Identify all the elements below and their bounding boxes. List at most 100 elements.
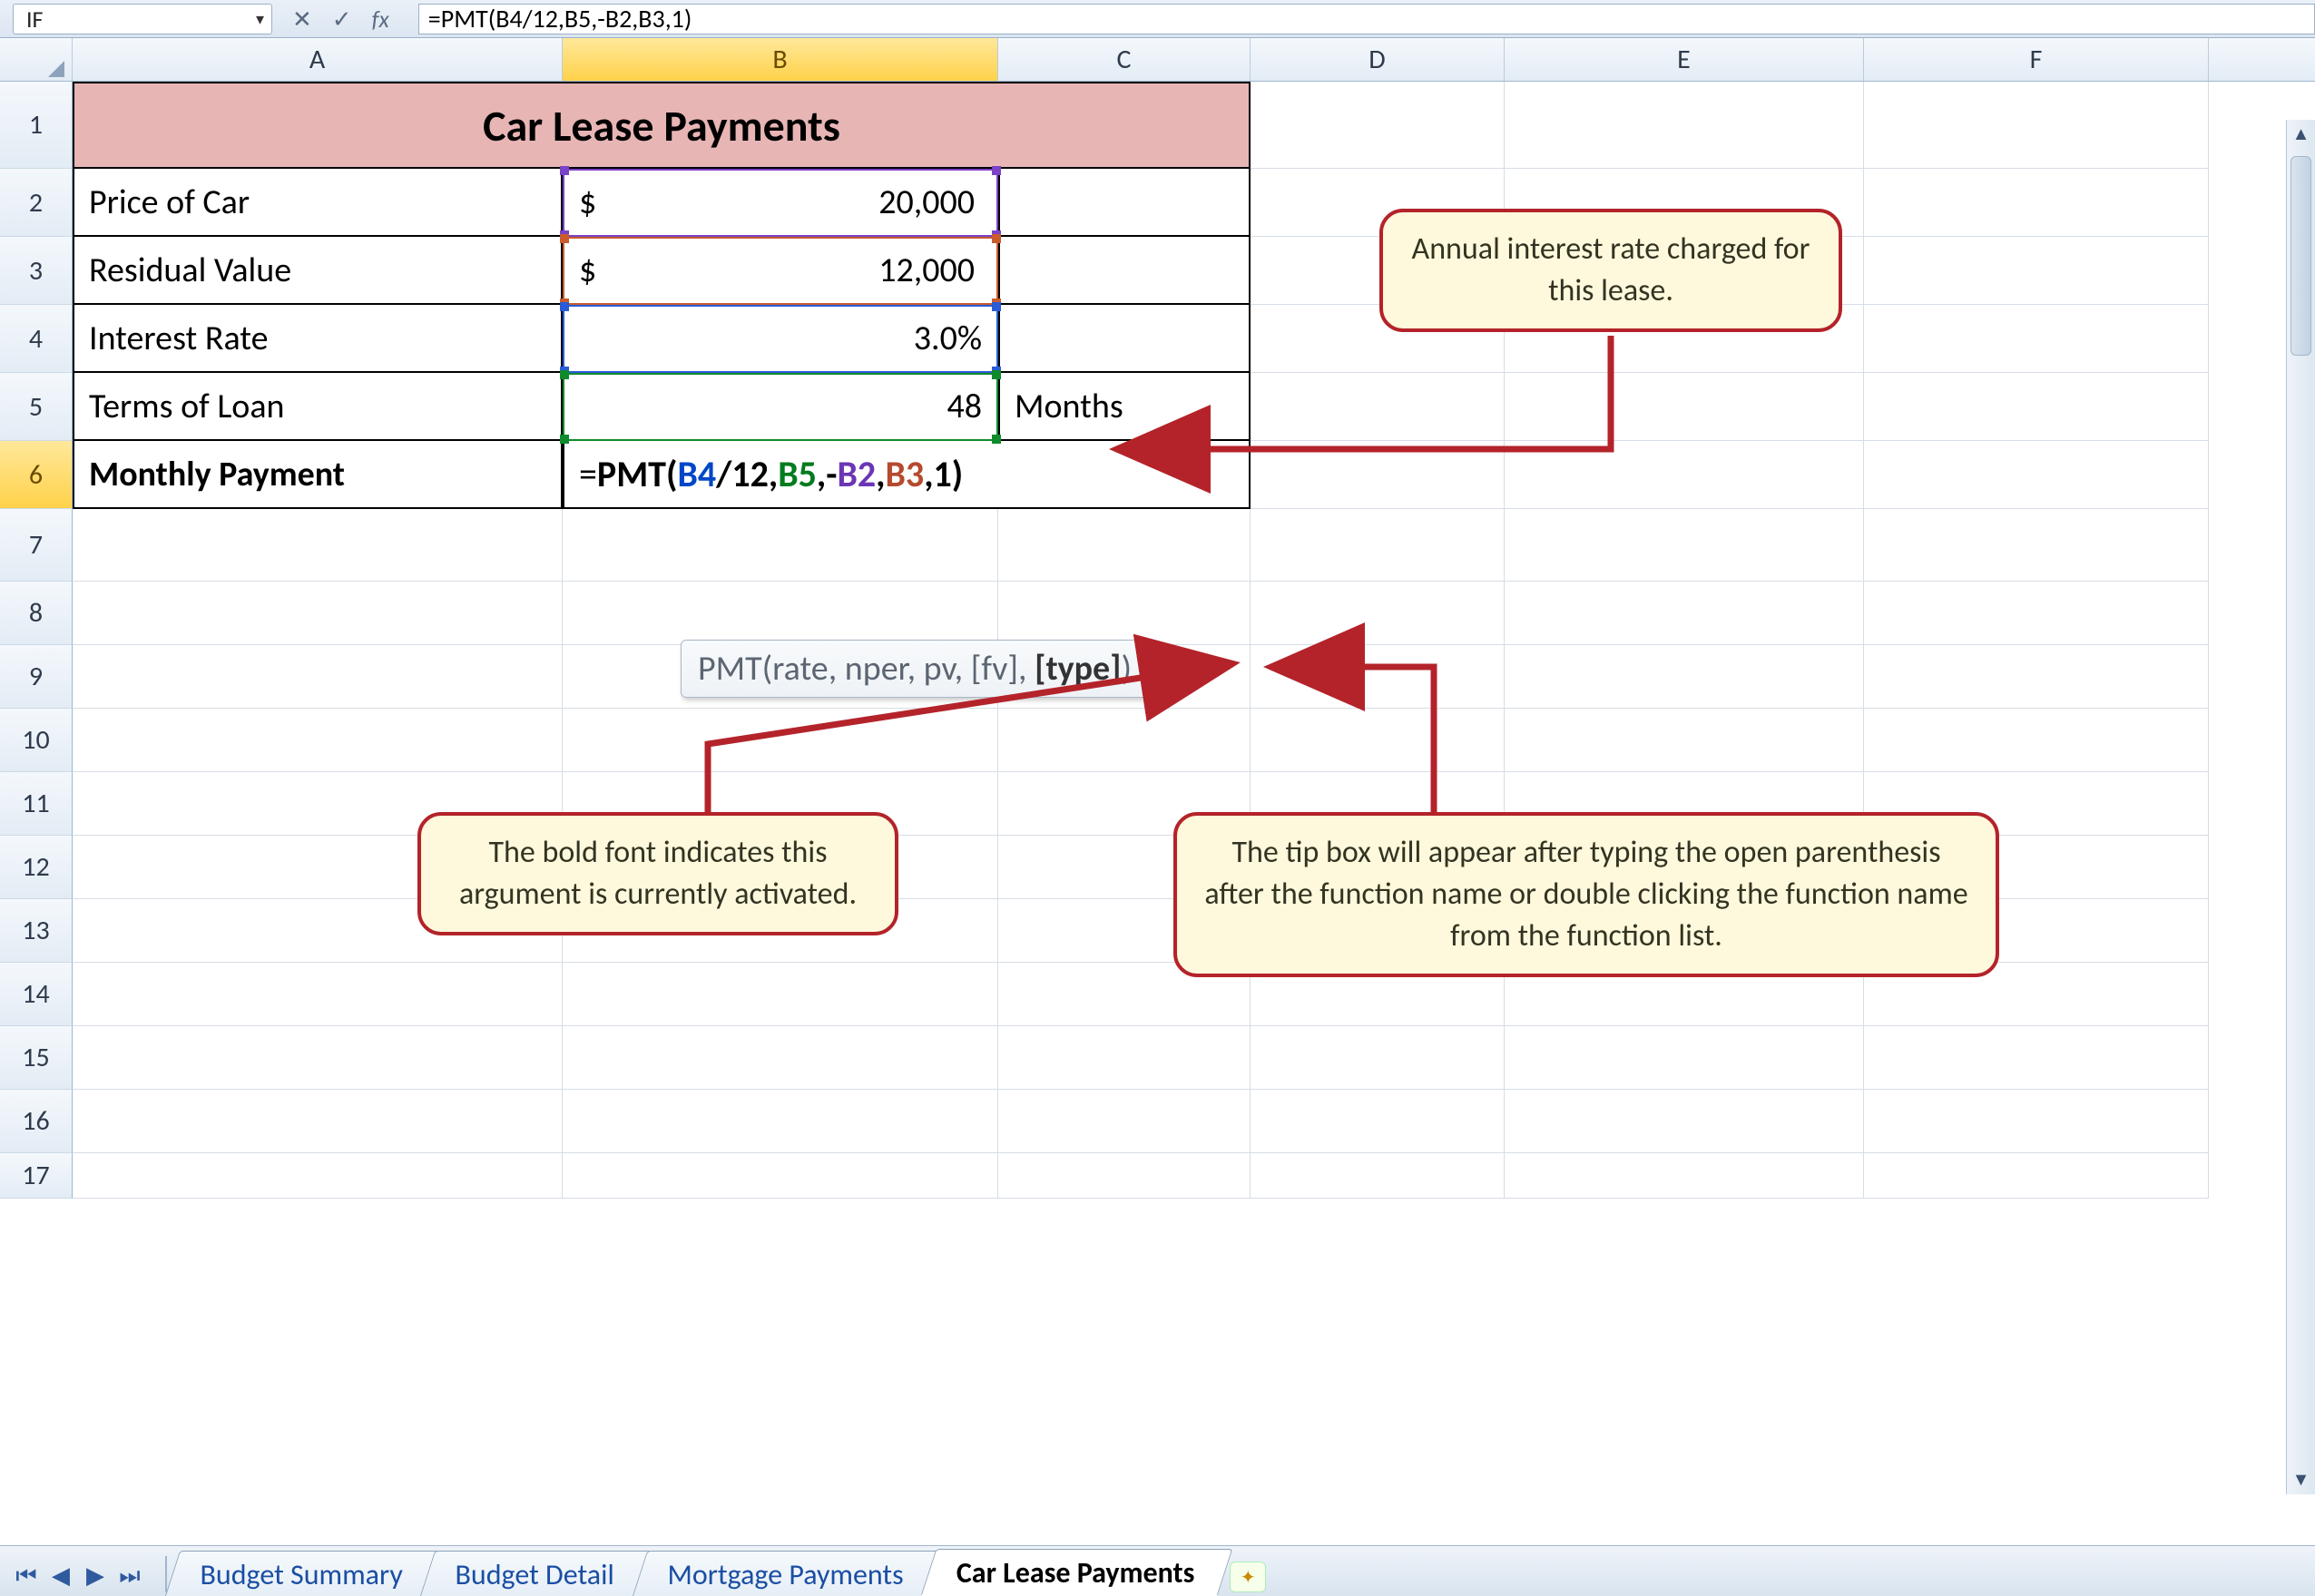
cell-A16[interactable]	[73, 1090, 563, 1153]
cell-F1[interactable]	[1864, 82, 2209, 169]
cell-A17[interactable]	[73, 1153, 563, 1199]
cell-B6-active[interactable]: =PMT(B4/12,B5,-B2,B3,1)	[563, 441, 1251, 509]
row-header-2[interactable]: 2	[0, 169, 73, 237]
cell-B8[interactable]	[563, 582, 998, 645]
new-sheet-button[interactable]	[1230, 1562, 1266, 1592]
cell-D9[interactable]	[1251, 645, 1505, 709]
cell-C4[interactable]	[998, 305, 1251, 373]
column-header-A[interactable]: A	[73, 38, 563, 81]
cell-A2[interactable]: Price of Car	[73, 169, 563, 237]
cell-B4[interactable]: 3.0%	[563, 305, 998, 373]
cell-A6[interactable]: Monthly Payment	[73, 441, 563, 509]
sheet-nav-last-icon[interactable]: ⏭	[114, 1560, 145, 1591]
column-header-B[interactable]: B	[563, 38, 998, 81]
row-header-13[interactable]: 13	[0, 899, 73, 963]
row-header-3[interactable]: 3	[0, 237, 73, 305]
cancel-formula-icon[interactable]: ✕	[287, 3, 318, 35]
row-header-16[interactable]: 16	[0, 1090, 73, 1153]
row-header-6[interactable]: 6	[0, 441, 73, 509]
cell-D16[interactable]	[1251, 1090, 1505, 1153]
cell-B17[interactable]	[563, 1153, 998, 1199]
cell-A10[interactable]	[73, 709, 563, 772]
cell-A3[interactable]: Residual Value	[73, 237, 563, 305]
scroll-down-icon[interactable]: ▼	[2287, 1465, 2315, 1494]
row-header-11[interactable]: 11	[0, 772, 73, 836]
cell-C7[interactable]	[998, 509, 1251, 582]
cell-B10[interactable]	[563, 709, 998, 772]
column-header-E[interactable]: E	[1505, 38, 1864, 81]
cell-F16[interactable]	[1864, 1090, 2209, 1153]
cell-E17[interactable]	[1505, 1153, 1864, 1199]
sheet-nav-next-icon[interactable]: ▶	[80, 1560, 111, 1591]
cell-F10[interactable]	[1864, 709, 2209, 772]
row-header-14[interactable]: 14	[0, 963, 73, 1026]
cell-F6[interactable]	[1864, 441, 2209, 509]
column-header-D[interactable]: D	[1251, 38, 1505, 81]
cell-E16[interactable]	[1505, 1090, 1864, 1153]
cell-A8[interactable]	[73, 582, 563, 645]
cell-A7[interactable]	[73, 509, 563, 582]
column-header-F[interactable]: F	[1864, 38, 2209, 81]
row-header-10[interactable]: 10	[0, 709, 73, 772]
cell-A14[interactable]	[73, 963, 563, 1026]
column-header-C[interactable]: C	[998, 38, 1251, 81]
cell-F8[interactable]	[1864, 582, 2209, 645]
accept-formula-icon[interactable]: ✓	[327, 3, 358, 35]
cell-E6[interactable]	[1505, 441, 1864, 509]
cell-B5[interactable]: 48	[563, 373, 998, 441]
row-header-15[interactable]: 15	[0, 1026, 73, 1090]
cell-B7[interactable]	[563, 509, 998, 582]
sheet-tab-car-lease-payments[interactable]: Car Lease Payments	[920, 1549, 1231, 1596]
sheet-nav-first-icon[interactable]: ⏮	[11, 1560, 42, 1591]
cell-B15[interactable]	[563, 1026, 998, 1090]
scroll-thumb[interactable]	[2290, 156, 2311, 356]
cell-B3[interactable]: $12,000	[563, 237, 998, 305]
row-header-1[interactable]: 1	[0, 82, 73, 169]
cell-E1[interactable]	[1505, 82, 1864, 169]
sheet-nav-prev-icon[interactable]: ◀	[45, 1560, 76, 1591]
cell-C3[interactable]	[998, 237, 1251, 305]
cell-A5[interactable]: Terms of Loan	[73, 373, 563, 441]
cell-E5[interactable]	[1505, 373, 1864, 441]
cell-C10[interactable]	[998, 709, 1251, 772]
cell-F17[interactable]	[1864, 1153, 2209, 1199]
scroll-up-icon[interactable]: ▲	[2287, 120, 2315, 149]
formula-input[interactable]: =PMT(B4/12,B5,-B2,B3,1)	[418, 4, 2315, 34]
cell-D7[interactable]	[1251, 509, 1505, 582]
row-header-9[interactable]: 9	[0, 645, 73, 709]
cell-E15[interactable]	[1505, 1026, 1864, 1090]
vertical-scrollbar[interactable]: ▲ ▼	[2286, 120, 2315, 1494]
cell-D15[interactable]	[1251, 1026, 1505, 1090]
cell-B16[interactable]	[563, 1090, 998, 1153]
cell-C15[interactable]	[998, 1026, 1251, 1090]
cell-C17[interactable]	[998, 1153, 1251, 1199]
cell-F2[interactable]	[1864, 169, 2209, 237]
cell-F3[interactable]	[1864, 237, 2209, 305]
cell-C2[interactable]	[998, 169, 1251, 237]
row-header-4[interactable]: 4	[0, 305, 73, 373]
row-header-5[interactable]: 5	[0, 373, 73, 441]
cell-D8[interactable]	[1251, 582, 1505, 645]
select-all-corner[interactable]	[0, 38, 73, 81]
cell-D10[interactable]	[1251, 709, 1505, 772]
cell-F5[interactable]	[1864, 373, 2209, 441]
cell-C8[interactable]	[998, 582, 1251, 645]
sheet-tab-budget-summary[interactable]: Budget Summary	[165, 1551, 441, 1596]
sheet-tab-budget-detail[interactable]: Budget Detail	[420, 1551, 652, 1596]
cell-B2[interactable]: $20,000	[563, 169, 998, 237]
cell-D17[interactable]	[1251, 1153, 1505, 1199]
insert-function-icon[interactable]: fx	[367, 3, 395, 35]
cell-E7[interactable]	[1505, 509, 1864, 582]
row-header-8[interactable]: 8	[0, 582, 73, 645]
name-box[interactable]: IF ▾	[13, 4, 272, 34]
cell-C16[interactable]	[998, 1090, 1251, 1153]
cell-E10[interactable]	[1505, 709, 1864, 772]
cell-D1[interactable]	[1251, 82, 1505, 169]
cell-E8[interactable]	[1505, 582, 1864, 645]
cell-B14[interactable]	[563, 963, 998, 1026]
row-header-7[interactable]: 7	[0, 509, 73, 582]
cell-A15[interactable]	[73, 1026, 563, 1090]
cell-F7[interactable]	[1864, 509, 2209, 582]
cell-D5[interactable]	[1251, 373, 1505, 441]
cell-A4[interactable]: Interest Rate	[73, 305, 563, 373]
